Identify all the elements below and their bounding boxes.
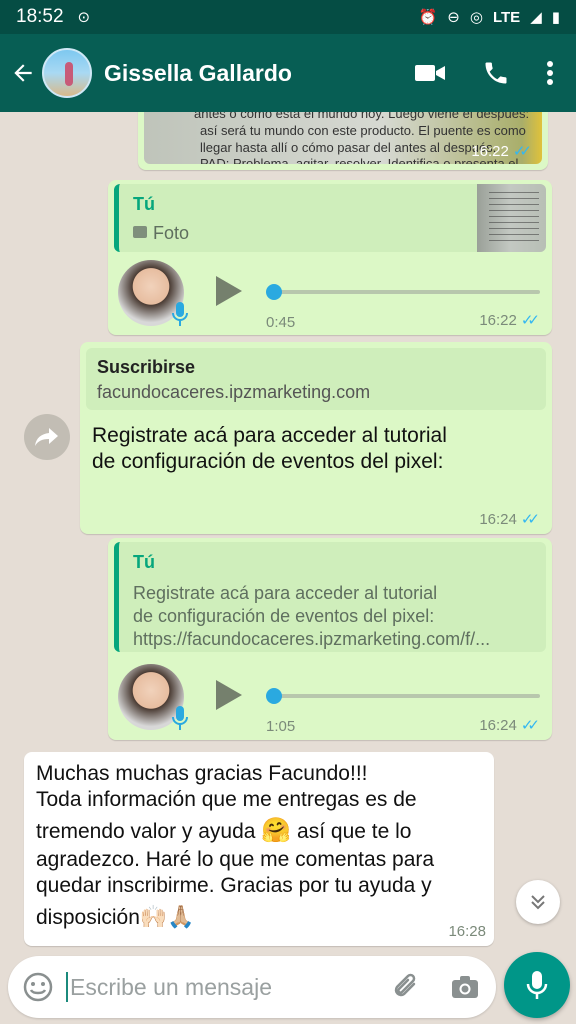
read-ticks-icon: ✓✓ xyxy=(520,717,540,734)
forward-button[interactable] xyxy=(24,414,70,460)
audio-duration: 0:45 xyxy=(266,314,296,331)
incoming-message[interactable]: Muchas muchas gracias Facundo!!! Toda in… xyxy=(24,752,494,946)
alarm-icon: ⏰ xyxy=(418,9,438,26)
quoted-message[interactable]: Tú Registrate acá para acceder al tutori… xyxy=(114,542,546,652)
quoted-photo-thumbnail xyxy=(477,184,546,252)
audio-seek-handle[interactable] xyxy=(266,284,282,300)
scroll-to-bottom-button[interactable] xyxy=(516,880,560,924)
incoming-meta: 16:28 xyxy=(448,923,486,940)
hugging-emoji: 🤗 xyxy=(261,817,292,844)
message-time: 16:24 xyxy=(479,716,517,734)
chat-area[interactable]: antes o cómo está el mundo hoy. Luego vi… xyxy=(0,112,576,952)
quoted-text: https://facundocaceres.ipzmarketing.com/… xyxy=(133,629,491,649)
status-icons: ⏰ ⊖ ◎ LTE ◢ ▮ xyxy=(418,8,560,27)
chat-header: Gissella Gallardo xyxy=(0,34,576,112)
voice-meta: 16:22 ✓✓ xyxy=(479,311,540,330)
message-input[interactable]: Escribe un mensaje xyxy=(66,972,272,1002)
image-icon xyxy=(133,226,147,238)
contact-avatar[interactable] xyxy=(42,48,92,98)
forward-icon xyxy=(35,428,58,446)
quoted-author: Tú xyxy=(133,194,155,214)
dnd-icon: ⊖ xyxy=(447,9,460,26)
read-ticks-icon: ✓✓ xyxy=(512,143,532,160)
battery-icon: ▮ xyxy=(551,9,560,26)
video-call-icon[interactable] xyxy=(414,61,446,85)
status-bar: 18:52 ⊙ ⏰ ⊖ ◎ LTE ◢ ▮ xyxy=(0,0,576,34)
message-text: disposición xyxy=(36,906,140,929)
photo-text-line: llegar hasta allí o cómo pasar del antes… xyxy=(200,140,497,155)
attach-icon[interactable] xyxy=(392,972,422,1002)
message-text: tremendo valor y ayuda xyxy=(36,820,256,843)
signal-icon: ◢ xyxy=(530,9,542,26)
message-text: así que te lo xyxy=(297,820,412,843)
emoji-icon[interactable] xyxy=(22,971,54,1003)
message-text-line: disposición🙌🏻🙏🏼 xyxy=(36,904,195,930)
voice-message[interactable]: Tú Registrate acá para acceder al tutori… xyxy=(108,538,552,740)
double-chevron-down-icon xyxy=(531,895,545,910)
hands-emoji: 🙌🏻🙏🏼 xyxy=(139,904,195,929)
link-message[interactable]: Suscribirse facundocaceres.ipzmarketing.… xyxy=(80,342,552,534)
hotspot-icon: ◎ xyxy=(469,9,483,26)
message-text: Registrate acá para acceder al tutorial xyxy=(92,424,447,447)
message-text: agradezco. Haré lo que me comentas para xyxy=(36,848,435,871)
audio-seek-handle[interactable] xyxy=(266,688,282,704)
photo-meta: 16:22 ✓✓ xyxy=(471,142,532,161)
quoted-message[interactable]: Tú Foto xyxy=(114,184,546,252)
message-text-line: tremendo valor y ayuda 🤗 así que te lo xyxy=(36,816,411,845)
link-domain: facundocaceres.ipzmarketing.com xyxy=(97,382,371,402)
more-options-icon[interactable] xyxy=(546,60,554,86)
message-text: Muchas muchas gracias Facundo!!! xyxy=(36,762,368,785)
notification-icon: ⊙ xyxy=(77,9,91,26)
link-title: Suscribirse xyxy=(97,357,196,377)
message-time: 16:22 xyxy=(479,311,517,329)
read-ticks-icon: ✓✓ xyxy=(520,511,540,528)
read-ticks-icon: ✓✓ xyxy=(520,312,540,329)
photo-text-line: antes o cómo está el mundo hoy. Luego vi… xyxy=(194,112,530,121)
contact-name[interactable]: Gissella Gallardo xyxy=(104,60,292,87)
back-button[interactable] xyxy=(4,34,42,112)
audio-progress-track[interactable] xyxy=(274,290,540,294)
audio-progress-track[interactable] xyxy=(274,694,540,698)
back-arrow-icon xyxy=(14,64,32,82)
message-time: 16:22 xyxy=(471,142,509,160)
record-voice-button[interactable] xyxy=(504,952,570,1018)
link-preview[interactable]: Suscribirse facundocaceres.ipzmarketing.… xyxy=(86,348,546,410)
mic-badge-icon xyxy=(172,706,188,730)
play-button[interactable] xyxy=(216,276,242,306)
phone-call-icon[interactable] xyxy=(482,59,510,87)
audio-duration: 1:05 xyxy=(266,718,296,735)
photo-image[interactable]: antes o cómo está el mundo hoy. Luego vi… xyxy=(144,112,542,164)
message-time: 16:24 xyxy=(479,510,517,528)
camera-icon[interactable] xyxy=(450,974,480,1000)
network-type: LTE xyxy=(492,8,521,26)
message-text: de configuración de eventos del pixel: xyxy=(92,450,444,473)
quoted-text: de configuración de eventos del pixel: xyxy=(133,606,435,626)
message-time: 16:28 xyxy=(448,923,486,940)
mic-badge-icon xyxy=(172,302,188,326)
photo-text-line: así será tu mundo con este producto. El … xyxy=(200,123,526,138)
quoted-author: Tú xyxy=(133,552,155,572)
message-text: Toda información que me entregas es de xyxy=(36,788,417,811)
message-composer: Escribe un mensaje xyxy=(8,956,496,1018)
play-button[interactable] xyxy=(216,680,242,710)
voice-meta: 16:24 ✓✓ xyxy=(479,716,540,735)
quoted-text: Registrate acá para acceder al tutorial xyxy=(133,583,438,603)
quoted-label: Foto xyxy=(153,223,190,243)
link-meta: 16:24 ✓✓ xyxy=(479,510,540,529)
message-text: quedar inscribirme. Gracias por tu ayuda… xyxy=(36,874,432,897)
status-time: 18:52 xyxy=(16,6,64,27)
microphone-icon xyxy=(526,971,548,999)
photo-message[interactable]: antes o cómo está el mundo hoy. Luego vi… xyxy=(138,112,548,170)
voice-message[interactable]: Tú Foto 0:45 16:22 ✓✓ xyxy=(108,180,552,335)
